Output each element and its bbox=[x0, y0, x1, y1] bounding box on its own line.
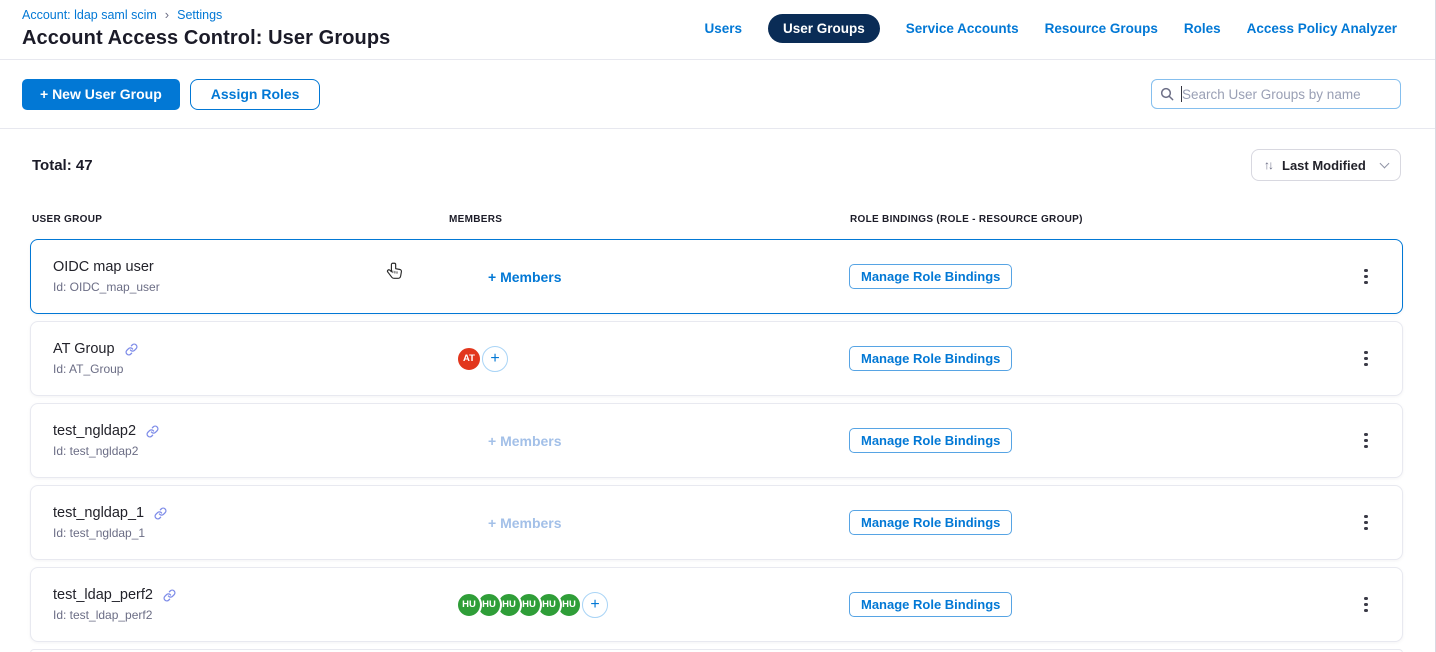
members-cell: + Members bbox=[448, 433, 849, 449]
user-group-row[interactable]: test_ngldap_1 Id: test_ngldap_1 + Member… bbox=[30, 485, 1403, 560]
row-options-menu-icon[interactable] bbox=[1358, 263, 1374, 291]
user-groups-page: Account: ldap saml scim › Settings Accou… bbox=[0, 0, 1436, 652]
column-headers: USER GROUP MEMBERS ROLE BINDINGS (ROLE -… bbox=[30, 214, 1403, 225]
linked-group-icon bbox=[146, 425, 159, 438]
user-group-list: OIDC map user Id: OIDC_map_user + Member… bbox=[0, 239, 1435, 642]
sort-arrows-icon: ↑↓ bbox=[1264, 158, 1274, 172]
user-group-name[interactable]: test_ldap_perf2 bbox=[53, 587, 153, 603]
tab-access-policy-analyzer[interactable]: Access Policy Analyzer bbox=[1247, 21, 1397, 36]
page-title: Account Access Control: User Groups bbox=[22, 27, 390, 50]
manage-role-bindings-button[interactable]: Manage Role Bindings bbox=[849, 264, 1012, 289]
user-group-id: Id: test_ldap_perf2 bbox=[53, 608, 448, 622]
manage-role-bindings-button[interactable]: Manage Role Bindings bbox=[849, 592, 1012, 617]
column-user-group: USER GROUP bbox=[32, 214, 449, 225]
member-avatar[interactable]: AT bbox=[456, 346, 482, 372]
breadcrumb-account-link[interactable]: Account: ldap saml scim bbox=[22, 8, 157, 22]
column-role-bindings: ROLE BINDINGS (ROLE - RESOURCE GROUP) bbox=[850, 214, 1331, 225]
search-input[interactable] bbox=[1151, 79, 1401, 109]
breadcrumb-separator-icon: › bbox=[165, 7, 169, 22]
search-box bbox=[1151, 79, 1401, 109]
user-group-name[interactable]: AT Group bbox=[53, 341, 115, 357]
members-cell: + Members bbox=[448, 269, 849, 285]
breadcrumb-settings-link[interactable]: Settings bbox=[177, 8, 222, 22]
tab-resource-groups[interactable]: Resource Groups bbox=[1045, 21, 1158, 36]
add-members-link[interactable]: + Members bbox=[488, 433, 562, 449]
tab-roles[interactable]: Roles bbox=[1184, 21, 1221, 36]
linked-group-icon bbox=[163, 589, 176, 602]
page-header: Account: ldap saml scim › Settings Accou… bbox=[0, 0, 1435, 60]
add-member-button[interactable]: + bbox=[482, 346, 508, 372]
user-group-row[interactable]: AT Group Id: AT_Group AT+ Manage Role Bi… bbox=[30, 321, 1403, 396]
members-cell: HUHUHUHUHUHU+ bbox=[448, 592, 849, 618]
tab-users[interactable]: Users bbox=[704, 21, 742, 36]
row-options-menu-icon[interactable] bbox=[1358, 345, 1374, 373]
row-options-menu-icon[interactable] bbox=[1358, 509, 1374, 537]
search-icon bbox=[1159, 86, 1175, 107]
toolbar: + New User Group Assign Roles bbox=[0, 60, 1435, 129]
manage-role-bindings-button[interactable]: Manage Role Bindings bbox=[849, 346, 1012, 371]
add-member-button[interactable]: + bbox=[582, 592, 608, 618]
user-group-id: Id: test_ngldap_1 bbox=[53, 526, 448, 540]
members-cell: + Members bbox=[448, 515, 849, 531]
chevron-down-icon bbox=[1380, 159, 1390, 169]
nav-tabs: Users User Groups Service Accounts Resource… bbox=[704, 0, 1397, 44]
sort-dropdown[interactable]: ↑↓ Last Modified bbox=[1251, 149, 1401, 181]
assign-roles-button[interactable]: Assign Roles bbox=[190, 79, 321, 110]
new-user-group-button[interactable]: + New User Group bbox=[22, 79, 180, 110]
row-options-menu-icon[interactable] bbox=[1358, 591, 1374, 619]
list-header: Total: 47 ↑↓ Last Modified bbox=[32, 149, 1401, 181]
members-cell: AT+ bbox=[448, 346, 849, 372]
manage-role-bindings-button[interactable]: Manage Role Bindings bbox=[849, 510, 1012, 535]
row-options-menu-icon[interactable] bbox=[1358, 427, 1374, 455]
user-group-name[interactable]: test_ngldap_1 bbox=[53, 505, 144, 521]
linked-group-icon bbox=[154, 507, 167, 520]
user-group-name[interactable]: OIDC map user bbox=[53, 259, 154, 275]
total-count: Total: 47 bbox=[32, 157, 93, 174]
user-group-name[interactable]: test_ngldap2 bbox=[53, 423, 136, 439]
user-group-id: Id: OIDC_map_user bbox=[53, 280, 448, 294]
breadcrumb: Account: ldap saml scim › Settings bbox=[22, 7, 390, 22]
user-group-row[interactable]: test_ldap_perf2 Id: test_ldap_perf2 HUHU… bbox=[30, 567, 1403, 642]
user-group-row[interactable]: OIDC map user Id: OIDC_map_user + Member… bbox=[30, 239, 1403, 314]
linked-group-icon bbox=[125, 343, 138, 356]
tab-user-groups[interactable]: User Groups bbox=[768, 14, 880, 43]
sort-selected-value: Last Modified bbox=[1282, 158, 1373, 173]
add-members-link[interactable]: + Members bbox=[488, 515, 562, 531]
column-members: MEMBERS bbox=[449, 214, 850, 225]
manage-role-bindings-button[interactable]: Manage Role Bindings bbox=[849, 428, 1012, 453]
tab-service-accounts[interactable]: Service Accounts bbox=[906, 21, 1019, 36]
add-members-link[interactable]: + Members bbox=[488, 269, 562, 285]
member-avatar[interactable]: HU bbox=[456, 592, 482, 618]
user-group-id: Id: test_ngldap2 bbox=[53, 444, 448, 458]
user-group-id: Id: AT_Group bbox=[53, 362, 448, 376]
user-group-row[interactable]: test_ngldap2 Id: test_ngldap2 + Members … bbox=[30, 403, 1403, 478]
text-caret bbox=[1181, 86, 1182, 102]
